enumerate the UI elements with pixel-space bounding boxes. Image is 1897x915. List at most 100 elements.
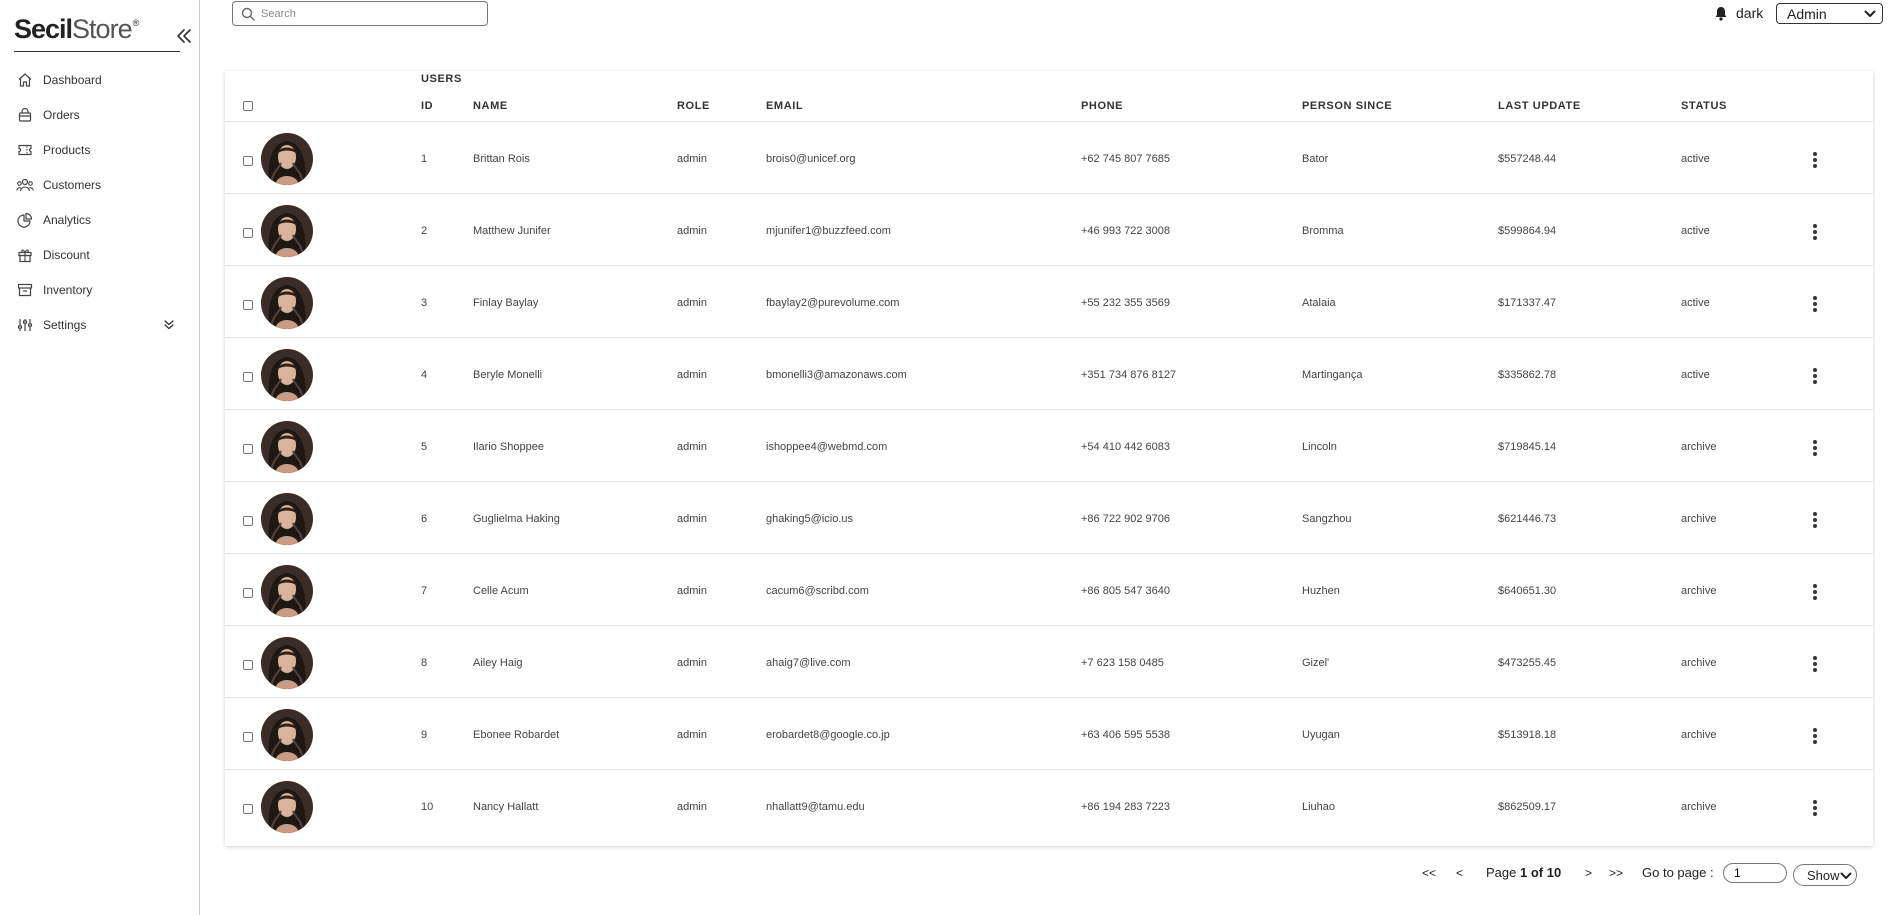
more-vertical-icon	[1813, 296, 1817, 312]
cell-last-update: $862509.17	[1498, 801, 1557, 813]
column-header-role[interactable]: ROLE	[677, 100, 710, 112]
search-box[interactable]	[232, 1, 488, 26]
sidebar-item-discount[interactable]: Discount	[0, 237, 200, 272]
column-header-id[interactable]: ID	[421, 100, 433, 112]
row-actions-button[interactable]	[1805, 366, 1825, 386]
collapse-sidebar-button[interactable]	[174, 26, 194, 46]
row-actions-button[interactable]	[1805, 438, 1825, 458]
cell-role: admin	[677, 297, 707, 309]
cell-status: archive	[1681, 441, 1717, 453]
row-actions-button[interactable]	[1805, 294, 1825, 314]
users-icon	[16, 176, 34, 194]
column-header-name[interactable]: NAME	[473, 100, 508, 112]
row-actions-button[interactable]	[1805, 582, 1825, 602]
row-actions-button[interactable]	[1805, 798, 1825, 818]
cell-email: ghaking5@icio.us	[766, 513, 853, 525]
row-actions-button[interactable]	[1805, 726, 1825, 746]
page-size-select[interactable]: Show	[1793, 864, 1857, 886]
cell-email: bmonelli3@amazonaws.com	[766, 369, 907, 381]
table-row[interactable]: 4 Beryle Monelli admin bmonelli3@amazona…	[225, 338, 1873, 410]
sidebar-item-label: Inventory	[43, 282, 93, 297]
cell-status: archive	[1681, 657, 1717, 669]
row-checkbox[interactable]	[243, 804, 253, 814]
cell-person-since: Huzhen	[1302, 585, 1340, 597]
sidebar-item-orders[interactable]: Orders	[0, 97, 200, 132]
row-checkbox[interactable]	[243, 372, 253, 382]
avatar	[261, 709, 313, 761]
column-header-status[interactable]: STATUS	[1681, 100, 1727, 112]
row-actions-button[interactable]	[1805, 510, 1825, 530]
sidebar-item-dashboard[interactable]: Dashboard	[0, 62, 200, 97]
pie-chart-icon	[16, 211, 34, 229]
cell-last-update: $599864.94	[1498, 225, 1557, 237]
cell-role: admin	[677, 657, 707, 669]
cell-id: 7	[421, 585, 428, 597]
first-page-button[interactable]: <<	[1422, 866, 1436, 880]
chevron-double-down-icon[interactable]	[162, 318, 176, 332]
brand-header: SecilStore®	[14, 12, 191, 52]
row-checkbox[interactable]	[243, 444, 253, 454]
cell-phone: +54 410 442 6083	[1081, 441, 1171, 453]
chevron-down-icon	[1864, 10, 1876, 17]
sidebar-item-label: Settings	[43, 317, 87, 332]
page-size-label: Show	[1807, 867, 1840, 883]
chevron-down-icon	[1840, 872, 1852, 879]
theme-toggle[interactable]: dark	[1714, 5, 1763, 21]
sidebar-item-customers[interactable]: Customers	[0, 167, 200, 202]
last-page-button[interactable]: >>	[1609, 866, 1623, 880]
cell-phone: +351 734 876 8127	[1081, 369, 1177, 381]
more-vertical-icon	[1813, 728, 1817, 744]
cell-status: archive	[1681, 585, 1717, 597]
row-checkbox[interactable]	[243, 300, 253, 310]
table-row[interactable]: 9 Ebonee Robardet admin erobardet8@googl…	[225, 698, 1873, 770]
row-checkbox[interactable]	[243, 732, 253, 742]
cell-last-update: $621446.73	[1498, 513, 1557, 525]
cell-email: brois0@unicef.org	[766, 153, 856, 165]
table-header: ID NAME ROLE EMAIL PHONE PERSON SINCE LA…	[225, 89, 1873, 122]
cell-name: Ailey Haig	[473, 657, 523, 669]
row-actions-button[interactable]	[1805, 654, 1825, 674]
more-vertical-icon	[1813, 512, 1817, 528]
column-header-email[interactable]: EMAIL	[766, 100, 803, 112]
cell-email: ishoppee4@webmd.com	[766, 441, 888, 453]
row-checkbox[interactable]	[243, 660, 253, 670]
row-actions-button[interactable]	[1805, 222, 1825, 242]
table-row[interactable]: 7 Celle Acum admin cacum6@scribd.com +86…	[225, 554, 1873, 626]
sidebar-item-inventory[interactable]: Inventory	[0, 272, 200, 307]
sidebar: SecilStore® Dashboard Orders Products Cu…	[0, 0, 200, 915]
row-checkbox[interactable]	[243, 516, 253, 526]
row-actions-button[interactable]	[1805, 150, 1825, 170]
table-row[interactable]: 10 Nancy Hallatt admin nhallatt9@tamu.ed…	[225, 770, 1873, 842]
sidebar-item-settings[interactable]: Settings	[0, 307, 200, 342]
table-row[interactable]: 6 Guglielma Haking admin ghaking5@icio.u…	[225, 482, 1873, 554]
more-vertical-icon	[1813, 440, 1817, 456]
cell-person-since: Bator	[1302, 153, 1329, 165]
table-row[interactable]: 1 Brittan Rois admin brois0@unicef.org +…	[225, 122, 1873, 194]
goto-page-input[interactable]	[1723, 863, 1787, 883]
sidebar-item-analytics[interactable]: Analytics	[0, 202, 200, 237]
column-header-last-update[interactable]: LAST UPDATE	[1498, 100, 1581, 112]
row-checkbox[interactable]	[243, 588, 253, 598]
table-row[interactable]: 5 Ilario Shoppee admin ishoppee4@webmd.c…	[225, 410, 1873, 482]
row-checkbox[interactable]	[243, 156, 253, 166]
cell-role: admin	[677, 369, 707, 381]
select-all-checkbox[interactable]	[243, 101, 253, 111]
table-row[interactable]: 3 Finlay Baylay admin fbaylay2@purevolum…	[225, 266, 1873, 338]
prev-page-button[interactable]: <	[1456, 866, 1463, 880]
sidebar-item-products[interactable]: Products	[0, 132, 200, 167]
avatar	[261, 565, 313, 617]
table-row[interactable]: 8 Ailey Haig admin ahaig7@live.com +7 62…	[225, 626, 1873, 698]
cell-phone: +86 722 902 9706	[1081, 513, 1171, 525]
cell-email: fbaylay2@purevolume.com	[766, 297, 900, 309]
next-page-button[interactable]: >	[1585, 866, 1592, 880]
column-header-person-since[interactable]: PERSON SINCE	[1302, 100, 1392, 112]
table-row[interactable]: 2 Matthew Junifer admin mjunifer1@buzzfe…	[225, 194, 1873, 266]
sliders-icon	[16, 316, 34, 334]
column-header-phone[interactable]: PHONE	[1081, 100, 1123, 112]
sidebar-item-label: Discount	[43, 247, 90, 262]
role-select[interactable]: Admin	[1776, 3, 1883, 24]
cell-email: mjunifer1@buzzfeed.com	[766, 225, 891, 237]
row-checkbox[interactable]	[243, 228, 253, 238]
cell-phone: +46 993 722 3008	[1081, 225, 1171, 237]
search-input[interactable]	[261, 7, 481, 20]
